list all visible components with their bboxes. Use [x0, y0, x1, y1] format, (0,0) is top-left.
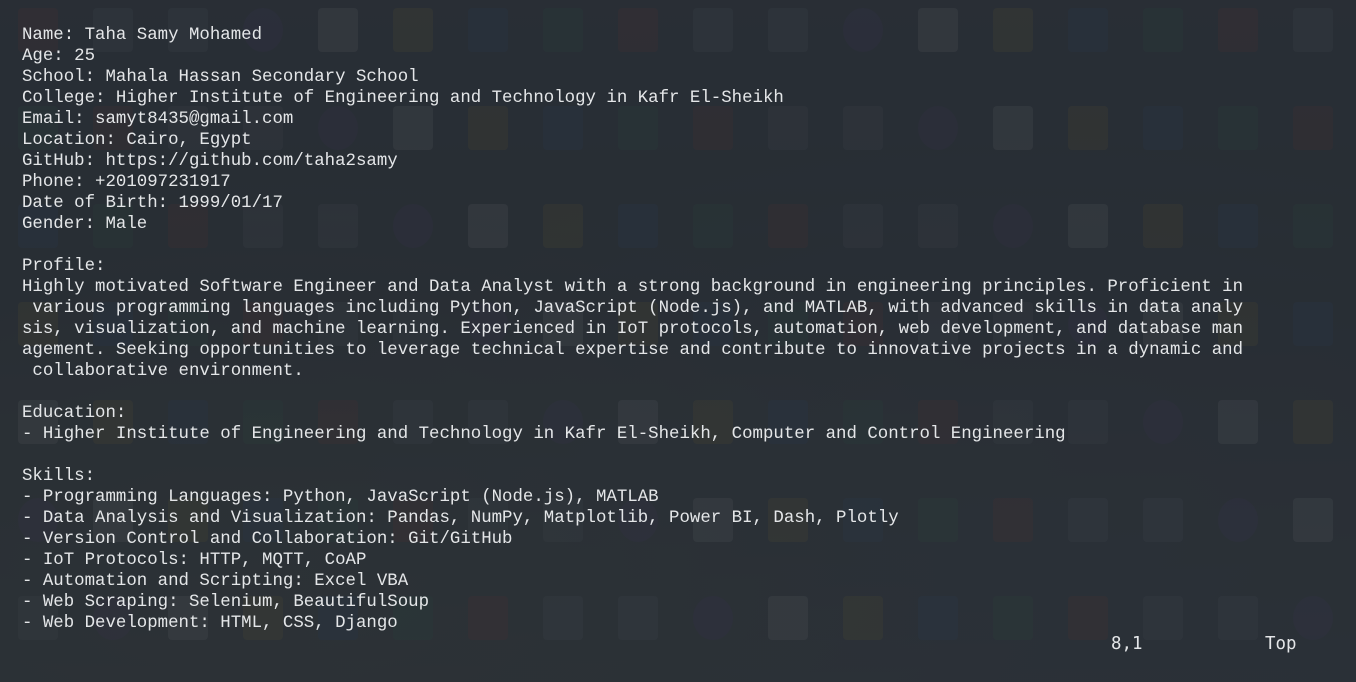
editor-line[interactable]: - IoT Protocols: HTTP, MQTT, CoAP: [22, 550, 1322, 571]
editor-line[interactable]: - Web Development: HTML, CSS, Django: [22, 613, 1322, 634]
editor-line[interactable]: Profile:: [22, 256, 1322, 277]
editor-line[interactable]: sis, visualization, and machine learning…: [22, 319, 1322, 340]
editor-line[interactable]: [22, 445, 1322, 466]
editor-line[interactable]: collaborative environment.: [22, 361, 1322, 382]
editor-line[interactable]: various programming languages including …: [22, 298, 1322, 319]
editor-line[interactable]: Date of Birth: 1999/01/17: [22, 193, 1322, 214]
editor-line[interactable]: College: Higher Institute of Engineering…: [22, 88, 1322, 109]
editor-line[interactable]: agement. Seeking opportunities to levera…: [22, 340, 1322, 361]
editor-line[interactable]: School: Mahala Hassan Secondary School: [22, 67, 1322, 88]
editor-line[interactable]: Education:: [22, 403, 1322, 424]
terminal-window[interactable]: Name: Taha Samy Mohamed Age: 25 School: Ma…: [0, 0, 1356, 682]
editor-line[interactable]: - Programming Languages: Python, JavaScr…: [22, 487, 1322, 508]
editor-line[interactable]: - Web Scraping: Selenium, BeautifulSoup: [22, 592, 1322, 613]
editor-line[interactable]: Location: Cairo, Egypt: [22, 130, 1322, 151]
editor-line[interactable]: Highly motivated Software Engineer and D…: [22, 277, 1322, 298]
editor-line[interactable]: - Higher Institute of Engineering and Te…: [22, 424, 1322, 445]
editor-line[interactable]: Gender: Male: [22, 214, 1322, 235]
editor-line[interactable]: [22, 235, 1322, 256]
editor-line[interactable]: Phone: +201097231917: [22, 172, 1322, 193]
editor-line[interactable]: [22, 382, 1322, 403]
editor-line[interactable]: - Version Control and Collaboration: Git…: [22, 529, 1322, 550]
scroll-position-indicator: Top: [1265, 634, 1297, 654]
editor-line[interactable]: GitHub: https://github.com/taha2samy: [22, 151, 1322, 172]
editor-line[interactable]: - Automation and Scripting: Excel VBA: [22, 571, 1322, 592]
editor-line[interactable]: Email: samyt8435@gmail.com: [22, 109, 1322, 130]
editor-line[interactable]: Age: 25: [22, 46, 1322, 67]
editor-line[interactable]: Name: Taha Samy Mohamed: [22, 25, 1322, 46]
editor-line[interactable]: - Data Analysis and Visualization: Panda…: [22, 508, 1322, 529]
cursor-position-indicator: 8,1: [1111, 634, 1143, 654]
editor-buffer[interactable]: Name: Taha Samy Mohamed Age: 25 School: Ma…: [22, 25, 1322, 634]
editor-line[interactable]: Skills:: [22, 466, 1322, 487]
